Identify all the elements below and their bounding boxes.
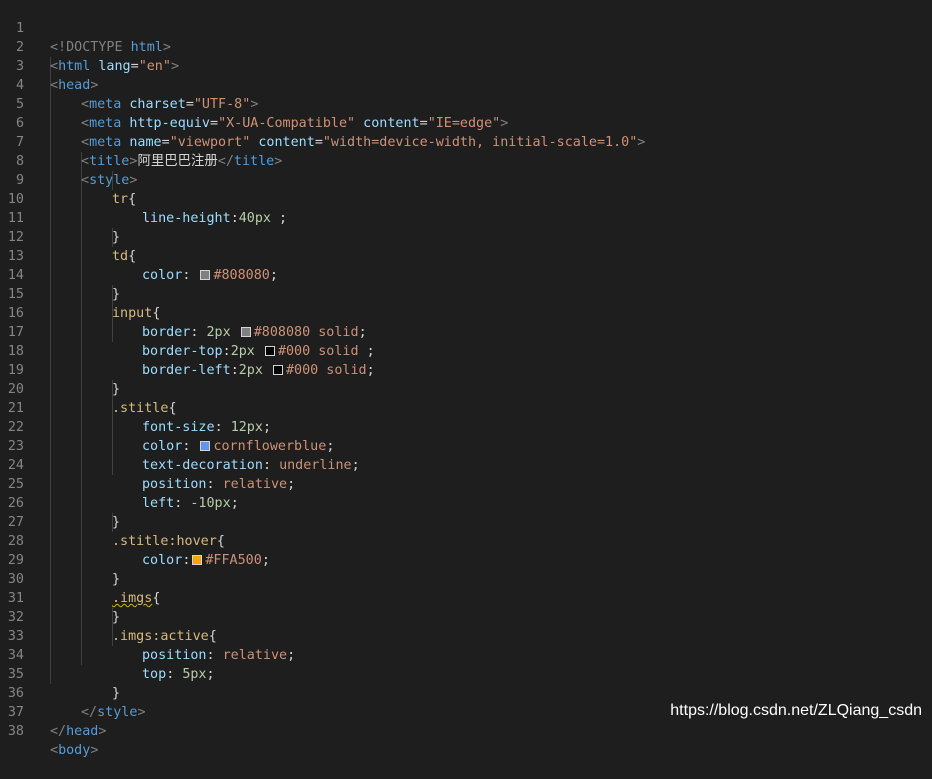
code-line[interactable]: 23 text-decoration: underline;	[0, 418, 932, 473]
code-line[interactable]: 32 .imgs:active{	[0, 589, 932, 644]
code-line[interactable]: 36 </style>	[0, 665, 932, 720]
code-line[interactable]: 29 }	[0, 532, 932, 587]
code-line[interactable]: 2 <html lang="en">	[0, 19, 932, 74]
code-line[interactable]: 17 border-top:2px #000 solid ;	[0, 304, 932, 359]
code-line[interactable]: 7 <title>阿里巴巴注册</title>	[0, 114, 932, 169]
code-line[interactable]: 20 .stitle{	[0, 361, 932, 416]
code-line[interactable]: 18 border-left:2px #000 solid;	[0, 323, 932, 378]
code-line[interactable]: 13 color: #808080;	[0, 228, 932, 283]
code-line[interactable]: 35 }	[0, 646, 932, 701]
code-line[interactable]: 19 }	[0, 342, 932, 397]
code-line[interactable]: 9 tr{	[0, 152, 932, 207]
code-line[interactable]: 16 border: 2px #808080 solid;	[0, 285, 932, 340]
code-text: </head>	[50, 724, 107, 739]
code-line[interactable]: 33 position: relative;	[0, 608, 932, 663]
code-line[interactable]: 30 .imgs{	[0, 551, 932, 606]
code-line[interactable]: 6 <meta name="viewport" content="width=d…	[0, 95, 932, 150]
code-line[interactable]: 8 <style>	[0, 133, 932, 188]
code-line[interactable]: 15 input{	[0, 266, 932, 321]
watermark: https://blog.csdn.net/ZLQiang_csdn	[670, 702, 922, 719]
code-line[interactable]: 27 .stitle:hover{	[0, 494, 932, 549]
code-line[interactable]: 22 color: cornflowerblue;	[0, 399, 932, 454]
code-line[interactable]: 5 <meta http-equiv="X-UA-Compatible" con…	[0, 76, 932, 131]
code-line[interactable]: 10 line-height:40px ;	[0, 171, 932, 226]
code-line[interactable]: 21 font-size: 12px;	[0, 380, 932, 435]
code-line[interactable]: 34 top: 5px;	[0, 627, 932, 682]
code-line[interactable]: 31 }	[0, 570, 932, 625]
code-editor[interactable]: 1 <!DOCTYPE html> 2 <html lang="en"> 3 <…	[0, 0, 932, 758]
code-line[interactable]: 1 <!DOCTYPE html>	[0, 0, 932, 55]
code-line[interactable]: 14 }	[0, 247, 932, 302]
code-line[interactable]: 12 td{	[0, 209, 932, 264]
code-line[interactable]: 11 }	[0, 190, 932, 245]
code-line[interactable]: 24 position: relative;	[0, 437, 932, 492]
code-line[interactable]: 3 <head>	[0, 38, 932, 93]
code-line[interactable]: 26 }	[0, 475, 932, 530]
code-line[interactable]: 4 <meta charset="UTF-8">	[0, 57, 932, 112]
code-text: <body>	[50, 743, 99, 758]
code-line[interactable]: 37 </head>	[0, 684, 932, 739]
line-number: 38	[7, 724, 24, 739]
code-line[interactable]: 28 color: #FFA500;	[0, 513, 932, 568]
code-line[interactable]: 25 left: -10px;	[0, 456, 932, 511]
